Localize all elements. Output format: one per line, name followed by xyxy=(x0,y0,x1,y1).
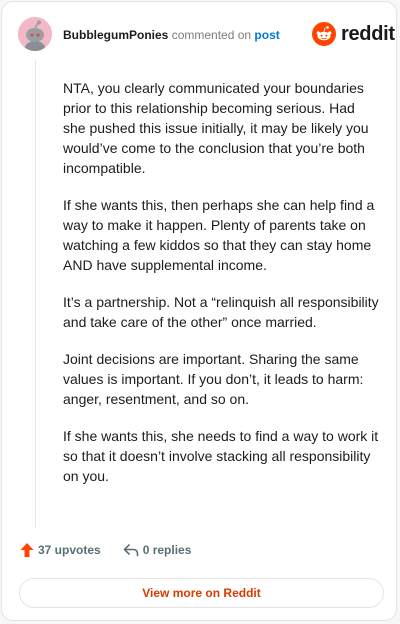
reply-count: 0 replies xyxy=(142,543,192,557)
brand-wordmark: reddit xyxy=(341,23,395,45)
reply-arrow-icon xyxy=(123,544,139,557)
snoo-avatar-icon xyxy=(18,17,52,51)
avatar[interactable] xyxy=(18,17,52,51)
comment-body: NTA, you clearly communicated your bound… xyxy=(63,78,379,503)
comment-paragraph: If she wants this, she needs to find a w… xyxy=(63,428,379,484)
post-link[interactable]: post xyxy=(254,28,279,42)
reply-button[interactable]: 0 replies xyxy=(123,543,192,557)
upvote-button[interactable]: 37 upvotes xyxy=(20,542,101,558)
comment-embed-card: BubblegumPonies commented on post reddit… xyxy=(1,1,397,621)
upvote-arrow-icon xyxy=(20,543,34,557)
username[interactable]: BubblegumPonies xyxy=(63,28,168,42)
reddit-logo-icon xyxy=(312,22,336,46)
comment-footer: 37 upvotes 0 replies xyxy=(20,542,191,558)
comment-paragraph: Joint decisions are important. Sharing t… xyxy=(63,351,364,407)
reddit-brand[interactable]: reddit xyxy=(312,22,395,46)
comment-action-text: commented on xyxy=(171,28,252,42)
upvote-count: 37 upvotes xyxy=(38,543,101,557)
comment-header: BubblegumPonies commented on post xyxy=(63,28,280,42)
comment-paragraph: NTA, you clearly communicated your bound… xyxy=(63,80,369,176)
comment-paragraph: If she wants this, then perhaps she can … xyxy=(63,197,375,273)
view-more-on-reddit-button[interactable]: View more on Reddit xyxy=(19,578,384,608)
comment-paragraph: It’s a partnership. Not a “relinquish al… xyxy=(63,294,379,330)
thread-line xyxy=(35,60,36,528)
